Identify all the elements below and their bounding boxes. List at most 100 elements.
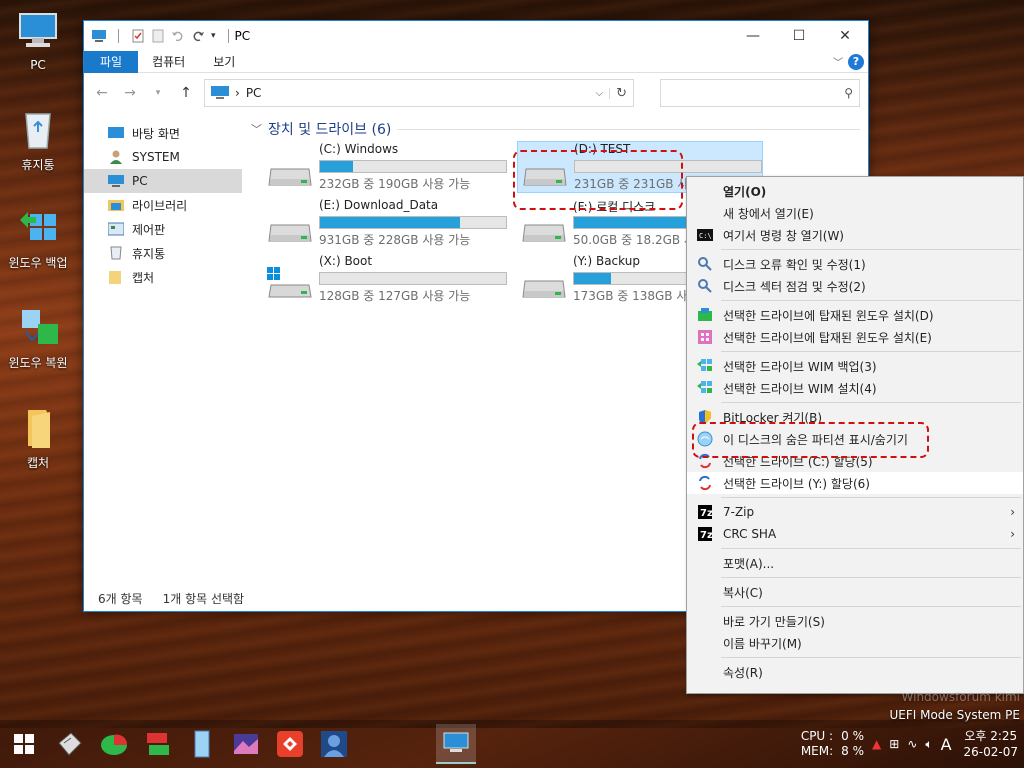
- drive-tool-icon: [194, 730, 210, 758]
- taskbar-app-image-viewer[interactable]: [226, 724, 266, 764]
- back-arrow-icon[interactable]: ←: [92, 85, 112, 101]
- redo-icon[interactable]: [191, 29, 205, 43]
- desktop-icon-windows-restore[interactable]: 윈도우 복원: [0, 306, 76, 371]
- context-menu-item[interactable]: 속성(R): [687, 661, 1023, 683]
- menu-separator: [721, 606, 1021, 607]
- taskbar-app-remote[interactable]: [270, 724, 310, 764]
- mem-value: 8 %: [841, 744, 865, 758]
- forward-arrow-icon[interactable]: →: [120, 85, 140, 101]
- network-icon[interactable]: ⊞: [889, 737, 899, 751]
- context-menu-item[interactable]: 선택한 드라이브 (Y:) 할당(6): [687, 472, 1023, 494]
- menu-item-label: 선택한 드라이브 WIM 설치(4): [723, 381, 877, 396]
- sidebar-item-libraries[interactable]: 라이브러리: [84, 193, 242, 217]
- menu-item-label: 여기서 명령 창 열기(W): [723, 228, 844, 243]
- sidebar-item-capture[interactable]: 캡처: [84, 265, 242, 289]
- desktop-icon-capture[interactable]: 캡처: [0, 406, 76, 471]
- drive-icon: [267, 267, 313, 301]
- context-menu-item[interactable]: 선택한 드라이브 WIM 설치(4): [687, 377, 1023, 399]
- folder-icon: [109, 271, 121, 284]
- address-bar[interactable]: › PC ⌵ ↻: [204, 79, 634, 107]
- close-button[interactable]: ✕: [822, 21, 868, 51]
- context-menu-item[interactable]: 7z 7-Zip ›: [687, 501, 1023, 523]
- tab-computer[interactable]: 컴퓨터: [138, 51, 199, 73]
- clock[interactable]: 오후 2:25 26-02-07: [964, 728, 1018, 760]
- group-header-devices[interactable]: ﹀ 장치 및 드라이브 (6): [251, 119, 868, 139]
- context-menu-item[interactable]: 선택한 드라이브 WIM 백업(3): [687, 355, 1023, 377]
- sidebar-item-pc[interactable]: PC: [84, 169, 242, 193]
- context-menu-item[interactable]: 선택한 드라이브에 탑재된 윈도우 설치(D): [687, 304, 1023, 326]
- ime-indicator[interactable]: A: [941, 735, 952, 754]
- context-menu-item[interactable]: 바로 가기 만들기(S): [687, 610, 1023, 632]
- customize-dropdown-icon[interactable]: ▾: [211, 31, 216, 41]
- drive-size: 128GB 중 127GB 사용 가능: [319, 289, 471, 303]
- taskbar-app-explorer[interactable]: [436, 724, 476, 764]
- maximize-button[interactable]: ☐: [776, 21, 822, 51]
- context-menu-item[interactable]: 디스크 오류 확인 및 수정(1): [687, 253, 1023, 275]
- sidebar-item-system[interactable]: SYSTEM: [84, 145, 242, 169]
- help-icon[interactable]: ?: [848, 53, 864, 70]
- new-folder-icon[interactable]: [151, 29, 165, 43]
- expand-ribbon-icon[interactable]: ﹀: [828, 54, 848, 69]
- sidebar-item-desktop[interactable]: 바탕 화면: [84, 121, 242, 145]
- context-menu-item[interactable]: C:\ 여기서 명령 창 열기(W): [687, 224, 1023, 246]
- drive-info: (E:) Download_Data 931GB 중 228GB 사용 가능: [319, 198, 513, 248]
- desktop-icon-windows-backup[interactable]: 윈도우 백업: [0, 206, 76, 271]
- context-menu-item[interactable]: 새 창에서 열기(E): [687, 202, 1023, 224]
- desktop-icon-recycle-bin[interactable]: 휴지통: [0, 108, 76, 173]
- submenu-arrow-icon: ›: [1010, 527, 1015, 541]
- taskbar-app-partition[interactable]: [94, 724, 134, 764]
- sidebar-item-control-panel[interactable]: 제어판: [84, 217, 242, 241]
- pc-icon: [211, 86, 229, 99]
- start-button[interactable]: [0, 720, 48, 768]
- context-menu-item[interactable]: 7z CRC SHA ›: [687, 523, 1023, 545]
- drive-item[interactable]: (C:) Windows 232GB 중 190GB 사용 가능: [263, 141, 517, 193]
- windows-install-icon: [697, 307, 713, 323]
- taskbar-app-users[interactable]: [314, 724, 354, 764]
- cpu-label: CPU :: [800, 729, 834, 743]
- undo-icon[interactable]: [171, 29, 185, 43]
- context-menu-item[interactable]: 포맷(A)...: [687, 552, 1023, 574]
- address-text: PC: [245, 86, 262, 100]
- drive-item[interactable]: (X:) Boot 128GB 중 127GB 사용 가능: [263, 253, 517, 305]
- context-menu-item[interactable]: 디스크 섹터 점검 및 수정(2): [687, 275, 1023, 297]
- command-prompt-icon: C:\: [697, 227, 713, 243]
- wim-icon: [697, 380, 713, 396]
- toolbar-divider: [118, 29, 119, 43]
- taskbar-app-backup[interactable]: [138, 724, 178, 764]
- taskbar-app-drive[interactable]: [182, 724, 222, 764]
- drive-item[interactable]: (E:) Download_Data 931GB 중 228GB 사용 가능: [263, 197, 517, 249]
- tab-file[interactable]: 파일: [84, 50, 139, 73]
- svg-text:7z: 7z: [700, 530, 713, 541]
- activity-icon[interactable]: ∿: [907, 737, 917, 751]
- sidebar-item-recycle-bin[interactable]: 휴지통: [84, 241, 242, 265]
- drive-usage-fill: [574, 217, 694, 228]
- toolbar-divider: [227, 29, 229, 43]
- desktop-icon-pc[interactable]: PC: [0, 10, 76, 72]
- menu-item-label: 새 창에서 열기(E): [723, 206, 814, 221]
- menu-item-label: 선택한 드라이브에 탑재된 윈도우 설치(D): [723, 308, 934, 323]
- pc-icon[interactable]: [92, 29, 106, 43]
- context-menu-item[interactable]: 이름 바꾸기(M): [687, 632, 1023, 654]
- dropdown-history-icon[interactable]: ▾: [148, 88, 168, 98]
- navigation-pane: 바탕 화면 SYSTEM PC 라이브러리 제어판 휴지통 캡처: [84, 113, 242, 583]
- context-menu-item[interactable]: 선택한 드라이브에 탑재된 윈도우 설치(E): [687, 326, 1023, 348]
- search-icon: ⚲: [844, 86, 853, 100]
- menu-separator: [721, 351, 1021, 352]
- refresh-icon[interactable]: ↻: [616, 86, 627, 101]
- up-arrow-icon[interactable]: ↑: [176, 85, 196, 101]
- context-menu-item[interactable]: 복사(C): [687, 581, 1023, 603]
- resource-monitor: CPU : 0 % MEM: 8 %: [801, 729, 864, 759]
- context-menu-item[interactable]: 열기(O): [687, 180, 1023, 202]
- taskbar-app-disk-tool[interactable]: [50, 724, 90, 764]
- search-input[interactable]: ⚲: [660, 79, 860, 107]
- tray-up-arrow-icon[interactable]: ▲: [872, 737, 881, 751]
- menu-separator: [721, 497, 1021, 498]
- tab-view[interactable]: 보기: [199, 51, 249, 73]
- address-dropdown-icon[interactable]: ⌵: [596, 87, 611, 99]
- drive-usage-bar: [319, 216, 507, 229]
- menu-item-label: 이름 바꾸기(M): [723, 636, 802, 651]
- minimize-button[interactable]: —: [730, 21, 776, 51]
- volume-icon[interactable]: 🔈︎: [925, 737, 932, 752]
- properties-icon[interactable]: [131, 29, 145, 43]
- desktop-icon-label: 윈도우 복원: [8, 356, 68, 370]
